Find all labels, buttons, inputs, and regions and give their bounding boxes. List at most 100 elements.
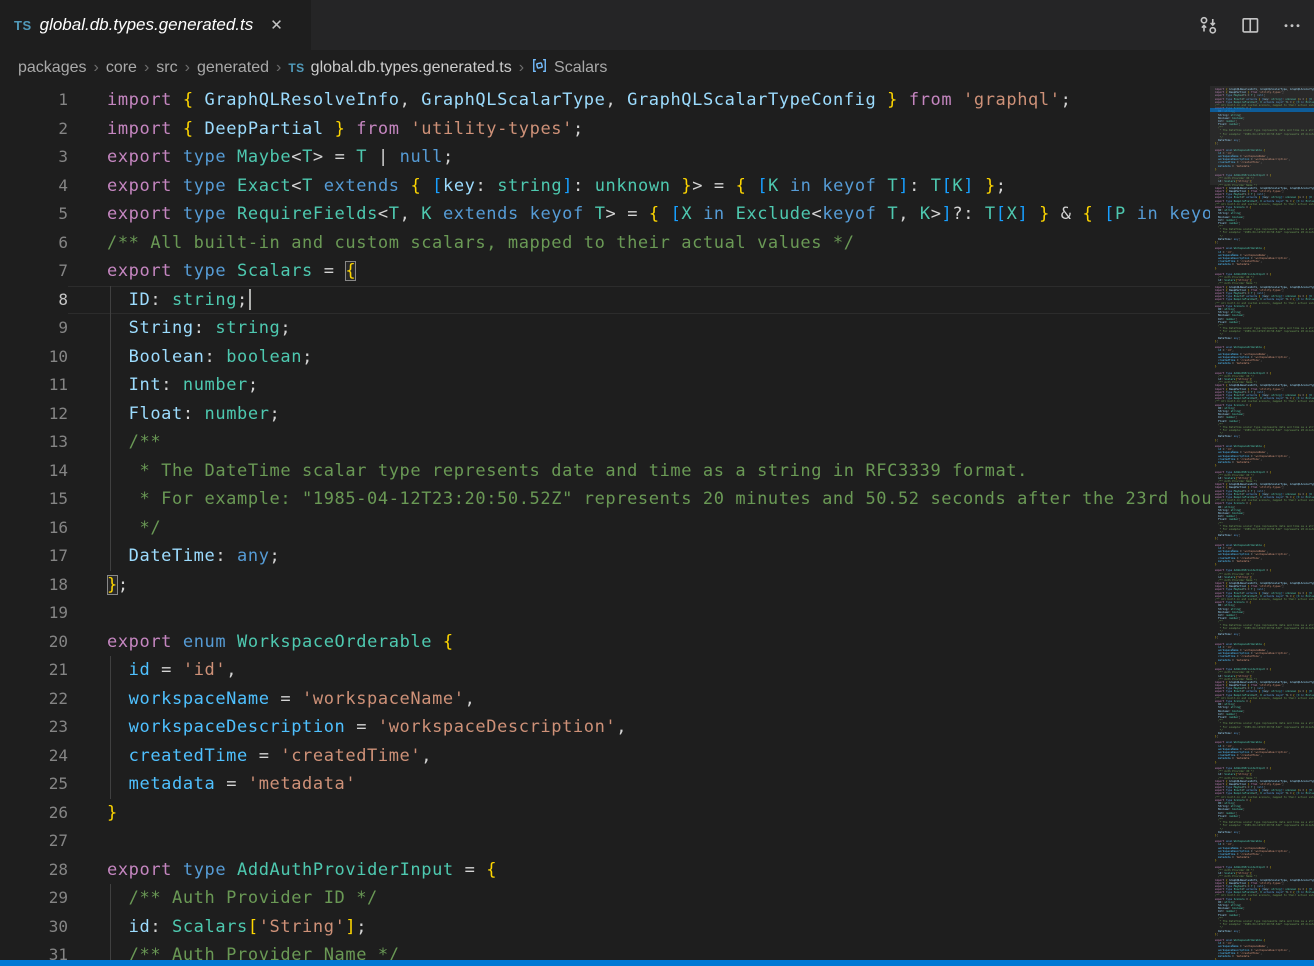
breadcrumb-separator: › <box>185 59 190 77</box>
indent-guide <box>110 314 111 343</box>
code-line[interactable]: id: Scalars['String']; <box>68 913 1210 942</box>
code-line[interactable]: }; <box>68 571 1210 600</box>
line-number[interactable]: 6 <box>0 229 68 258</box>
breadcrumb-item-core[interactable]: core <box>106 59 137 77</box>
code-line[interactable]: } <box>68 799 1210 828</box>
split-editor-icon[interactable] <box>1238 13 1262 37</box>
code-line[interactable]: /** Auth Provider Name */ <box>68 941 1210 960</box>
code-line[interactable]: metadata = 'metadata' <box>68 770 1210 799</box>
line-number[interactable]: 26 <box>0 799 68 828</box>
code-editor[interactable]: 1234567891011121314151617181920212223242… <box>0 86 1210 960</box>
line-number[interactable]: 25 <box>0 770 68 799</box>
code-line[interactable]: export type AddAuthProviderInput = { <box>68 856 1210 885</box>
line-number[interactable]: 17 <box>0 542 68 571</box>
minimap-slider[interactable] <box>1210 86 1314 185</box>
breadcrumb-item-file[interactable]: TS global.db.types.generated.ts <box>288 59 511 77</box>
breadcrumb: packages › core › src › generated › TS g… <box>0 50 1314 86</box>
code-line[interactable]: /** All built-in and custom scalars, map… <box>68 229 1210 258</box>
code-line[interactable]: export type RequireFields<T, K extends k… <box>68 200 1210 229</box>
line-number[interactable]: 29 <box>0 884 68 913</box>
line-number[interactable]: 15 <box>0 485 68 514</box>
breadcrumb-item-generated[interactable]: generated <box>197 59 269 77</box>
indent-guide <box>110 542 111 571</box>
code-line[interactable]: export type Maybe<T> = T | null; <box>68 143 1210 172</box>
line-number[interactable]: 27 <box>0 827 68 856</box>
line-number[interactable]: 23 <box>0 713 68 742</box>
line-number[interactable]: 4 <box>0 172 68 201</box>
code-line[interactable]: Float: number; <box>68 400 1210 429</box>
line-number[interactable]: 24 <box>0 742 68 771</box>
code-line[interactable]: Int: number; <box>68 371 1210 400</box>
line-number[interactable]: 7 <box>0 257 68 286</box>
indent-guide <box>110 656 111 685</box>
line-number[interactable]: 28 <box>0 856 68 885</box>
indent-guide <box>110 941 111 960</box>
line-number[interactable]: 13 <box>0 428 68 457</box>
code-line[interactable]: import { GraphQLResolveInfo, GraphQLScal… <box>68 86 1210 115</box>
indent-guide <box>110 713 111 742</box>
line-number[interactable]: 21 <box>0 656 68 685</box>
line-number[interactable]: 11 <box>0 371 68 400</box>
indent-guide <box>110 485 111 514</box>
breadcrumb-separator: › <box>144 59 149 77</box>
line-number[interactable]: 22 <box>0 685 68 714</box>
breadcrumb-item-symbol-scalars[interactable]: Scalars <box>531 57 607 79</box>
code-line[interactable]: ID: string; <box>68 286 1210 315</box>
code-line[interactable]: /** Auth Provider ID */ <box>68 884 1210 913</box>
indent-guide <box>110 913 111 942</box>
indent-guide <box>110 685 111 714</box>
more-actions-icon[interactable] <box>1280 13 1304 37</box>
code-line[interactable]: String: string; <box>68 314 1210 343</box>
compare-changes-icon[interactable] <box>1196 13 1220 37</box>
line-number[interactable]: 20 <box>0 628 68 657</box>
code-line[interactable]: workspaceDescription = 'workspaceDescrip… <box>68 713 1210 742</box>
status-bar[interactable] <box>0 960 1314 966</box>
breadcrumb-item-packages[interactable]: packages <box>18 59 87 77</box>
line-number[interactable]: 14 <box>0 457 68 486</box>
typescript-file-icon: TS <box>288 61 304 75</box>
code-line[interactable]: id = 'id', <box>68 656 1210 685</box>
indent-guide <box>110 428 111 457</box>
tab-global-db-types[interactable]: TS global.db.types.generated.ts ✕ <box>0 0 311 50</box>
indent-guide <box>110 343 111 372</box>
gutter[interactable]: 1234567891011121314151617181920212223242… <box>0 86 68 960</box>
code-line[interactable]: Boolean: boolean; <box>68 343 1210 372</box>
typescript-file-icon: TS <box>14 18 32 33</box>
breadcrumb-symbol-label: Scalars <box>554 59 607 77</box>
code-line[interactable]: * For example: "1985-04-12T23:20:50.52Z"… <box>68 485 1210 514</box>
breadcrumb-item-src[interactable]: src <box>156 59 177 77</box>
code-line[interactable]: */ <box>68 514 1210 543</box>
line-number[interactable]: 12 <box>0 400 68 429</box>
editor-actions <box>1196 0 1304 50</box>
code-line[interactable]: workspaceName = 'workspaceName', <box>68 685 1210 714</box>
line-number[interactable]: 3 <box>0 143 68 172</box>
line-number[interactable]: 16 <box>0 514 68 543</box>
line-number[interactable]: 5 <box>0 200 68 229</box>
tab-bar: TS global.db.types.generated.ts ✕ <box>0 0 1314 50</box>
minimap[interactable]: import { GraphQLResolveInfo, GraphQLScal… <box>1210 86 1314 960</box>
code-line[interactable]: DateTime: any; <box>68 542 1210 571</box>
code-line[interactable] <box>68 599 1210 628</box>
indent-guide <box>110 457 111 486</box>
close-tab-icon[interactable]: ✕ <box>267 16 286 35</box>
indent-guide <box>110 514 111 543</box>
line-number[interactable]: 31 <box>0 941 68 960</box>
line-number[interactable]: 9 <box>0 314 68 343</box>
code-line[interactable] <box>68 827 1210 856</box>
code-line[interactable]: /** <box>68 428 1210 457</box>
line-number[interactable]: 10 <box>0 343 68 372</box>
line-number[interactable]: 2 <box>0 115 68 144</box>
symbol-type-icon <box>531 57 548 79</box>
code-line[interactable]: import { DeepPartial } from 'utility-typ… <box>68 115 1210 144</box>
line-number[interactable]: 18 <box>0 571 68 600</box>
line-number[interactable]: 19 <box>0 599 68 628</box>
tab-title: global.db.types.generated.ts <box>40 15 254 35</box>
code-line[interactable]: export enum WorkspaceOrderable { <box>68 628 1210 657</box>
line-number[interactable]: 8 <box>0 286 68 315</box>
code-line[interactable]: export type Exact<T extends { [key: stri… <box>68 172 1210 201</box>
line-number[interactable]: 30 <box>0 913 68 942</box>
line-number[interactable]: 1 <box>0 86 68 115</box>
code-line[interactable]: * The DateTime scalar type represents da… <box>68 457 1210 486</box>
code-line[interactable]: export type Scalars = { <box>68 257 1210 286</box>
code-line[interactable]: createdTime = 'createdTime', <box>68 742 1210 771</box>
